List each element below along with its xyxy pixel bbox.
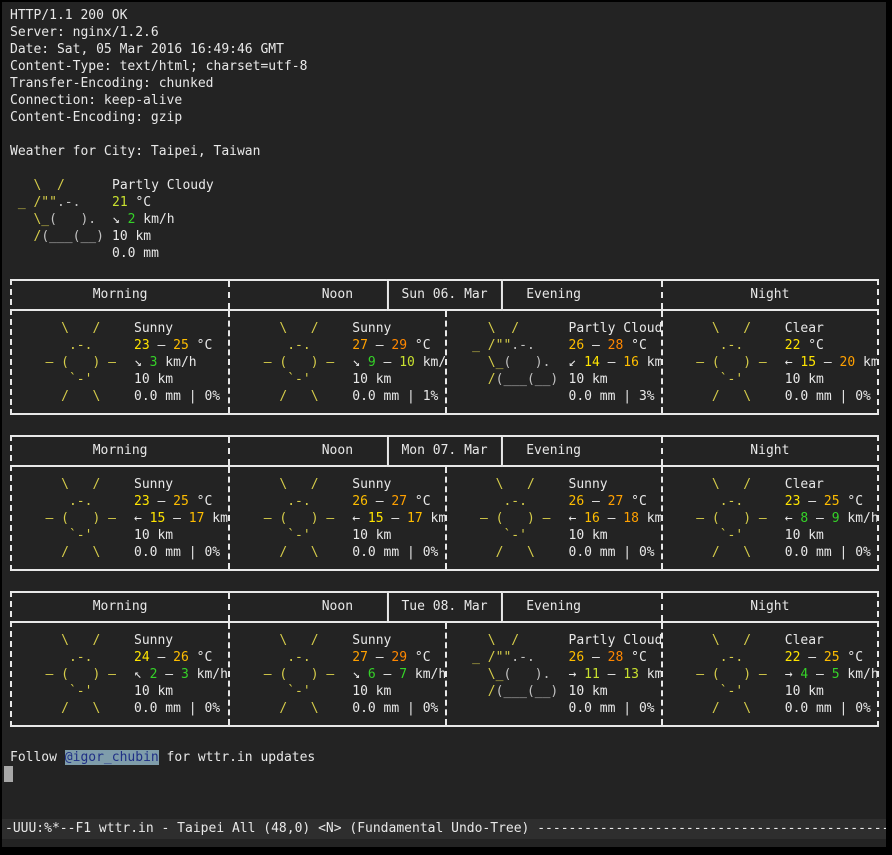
sunny-icon: \ / .-. ― ( ) ― `-' / \ bbox=[240, 320, 352, 405]
forecast-cell-noon: \ / .-. ― ( ) ― `-' / \Sunny 27 – 29 °C … bbox=[228, 311, 444, 413]
cell-info: Partly Cloudy 26 – 28 °C ↙ 14 – 16 km/h … bbox=[569, 320, 661, 405]
sunny-icon: \ / .-. ― ( ) ― `-' / \ bbox=[240, 632, 352, 717]
buffer-content: HTTP/1.1 200 OK Server: nginx/1.2.6 Date… bbox=[2, 2, 886, 783]
date-label: Sun 06. Mar bbox=[401, 287, 487, 302]
location-line: Weather for City: Taipei, Taiwan bbox=[10, 143, 886, 160]
period-header-morning: Morning bbox=[12, 437, 228, 465]
table-body-row: \ / .-. ― ( ) ― `-' / \Sunny 23 – 25 °C … bbox=[12, 467, 877, 569]
current-conditions-info: Partly Cloudy 21 °C ↘ 2 km/h 10 km 0.0 m… bbox=[112, 177, 214, 262]
date-box: Sun 06. Mar bbox=[386, 279, 502, 311]
cell-info: Partly Cloudy 26 – 28 °C → 11 – 13 km/h … bbox=[569, 632, 661, 717]
http-response-headers: HTTP/1.1 200 OK Server: nginx/1.2.6 Date… bbox=[10, 7, 886, 126]
footer-text-prefix: Follow bbox=[10, 750, 65, 765]
cell-info: Clear 22 °C ← 15 – 20 km/h 10 km 0.0 mm … bbox=[785, 320, 877, 405]
forecast-cell-night: \ / .-. ― ( ) ― `-' / \Clear 23 – 25 °C … bbox=[661, 467, 877, 569]
terminal-window: HTTP/1.1 200 OK Server: nginx/1.2.6 Date… bbox=[2, 2, 886, 847]
cell-info: Sunny 24 – 26 °C ↖ 2 – 3 km/h 10 km 0.0 … bbox=[134, 632, 228, 717]
cell-info: Sunny 26 – 27 °C ← 15 – 17 km/h 10 km 0.… bbox=[352, 476, 444, 561]
current-conditions: \ / _ /"".-. \_( ). /(___(__) Partly Clo… bbox=[10, 177, 886, 262]
cell-info: Clear 23 – 25 °C ← 8 – 9 km/h 10 km 0.0 … bbox=[785, 476, 877, 561]
forecast-day: Sun 06. Mar MorningNoonEveningNight \ / … bbox=[10, 279, 879, 415]
date-box: Tue 08. Mar bbox=[386, 591, 502, 623]
footer-text-suffix: for wttr.in updates bbox=[159, 750, 316, 765]
text-cursor bbox=[4, 766, 13, 782]
sunny-icon: \ / .-. ― ( ) ― `-' / \ bbox=[22, 320, 134, 405]
partly-cloudy-icon: \ / _ /"".-. \_( ). /(___(__) bbox=[457, 632, 569, 717]
period-header-night: Night bbox=[661, 437, 877, 465]
forecast-cell-morning: \ / .-. ― ( ) ― `-' / \Sunny 23 – 25 °C … bbox=[12, 311, 228, 413]
forecast-cell-morning: \ / .-. ― ( ) ― `-' / \Sunny 24 – 26 °C … bbox=[12, 623, 228, 725]
period-header-morning: Morning bbox=[12, 281, 228, 309]
sunny-icon: \ / .-. ― ( ) ― `-' / \ bbox=[22, 476, 134, 561]
period-header-morning: Morning bbox=[12, 593, 228, 621]
cursor-line bbox=[10, 766, 886, 783]
forecast-cell-night: \ / .-. ― ( ) ― `-' / \Clear 22 °C ← 15 … bbox=[661, 311, 877, 413]
forecast-cell-evening: \ / .-. ― ( ) ― `-' / \Sunny 26 – 27 °C … bbox=[445, 467, 661, 569]
sunny-icon: \ / .-. ― ( ) ― `-' / \ bbox=[22, 632, 134, 717]
cell-info: Sunny 27 – 29 °C ↘ 9 – 10 km/h 10 km 0.0… bbox=[352, 320, 444, 405]
partly-cloudy-icon: \ / _ /"".-. \_( ). /(___(__) bbox=[10, 177, 112, 262]
date-box: Mon 07. Mar bbox=[386, 435, 502, 467]
table-body-row: \ / .-. ― ( ) ― `-' / \Sunny 24 – 26 °C … bbox=[12, 623, 877, 725]
sunny-icon: \ / .-. ― ( ) ― `-' / \ bbox=[673, 320, 785, 405]
forecast-days: Sun 06. Mar MorningNoonEveningNight \ / … bbox=[10, 279, 886, 727]
forecast-cell-noon: \ / .-. ― ( ) ― `-' / \Sunny 27 – 29 °C … bbox=[228, 623, 444, 725]
twitter-handle-link[interactable]: @igor_chubin bbox=[65, 750, 159, 765]
cell-info: Sunny 26 – 27 °C ← 16 – 18 km/h 10 km 0.… bbox=[569, 476, 661, 561]
footer-line: Follow @igor_chubin for wttr.in updates bbox=[10, 749, 886, 766]
forecast-cell-evening: \ / _ /"".-. \_( ). /(___(__) Partly Clo… bbox=[445, 623, 661, 725]
table-body-row: \ / .-. ― ( ) ― `-' / \Sunny 23 – 25 °C … bbox=[12, 311, 877, 413]
sunny-icon: \ / .-. ― ( ) ― `-' / \ bbox=[457, 476, 569, 561]
cell-info: Sunny 27 – 29 °C ↘ 6 – 7 km/h 10 km 0.0 … bbox=[352, 632, 444, 717]
forecast-cell-night: \ / .-. ― ( ) ― `-' / \Clear 22 – 25 °C … bbox=[661, 623, 877, 725]
partly-cloudy-icon: \ / _ /"".-. \_( ). /(___(__) bbox=[457, 320, 569, 405]
date-label: Mon 07. Mar bbox=[401, 443, 487, 458]
period-header-night: Night bbox=[661, 281, 877, 309]
emacs-mode-line: -UUU:%*--F1 wttr.in - Taipei All (48,0) … bbox=[2, 819, 886, 839]
cell-info: Sunny 23 – 25 °C ↘ 3 km/h 10 km 0.0 mm |… bbox=[134, 320, 220, 405]
cell-info: Sunny 23 – 25 °C ← 15 – 17 km/h 10 km 0.… bbox=[134, 476, 228, 561]
sunny-icon: \ / .-. ― ( ) ― `-' / \ bbox=[240, 476, 352, 561]
forecast-day: Mon 07. Mar MorningNoonEveningNight \ / … bbox=[10, 435, 879, 571]
cell-info: Clear 22 – 25 °C → 4 – 5 km/h 10 km 0.0 … bbox=[785, 632, 877, 717]
forecast-cell-evening: \ / _ /"".-. \_( ). /(___(__) Partly Clo… bbox=[445, 311, 661, 413]
forecast-day: Tue 08. Mar MorningNoonEveningNight \ / … bbox=[10, 591, 879, 727]
forecast-cell-noon: \ / .-. ― ( ) ― `-' / \Sunny 26 – 27 °C … bbox=[228, 467, 444, 569]
forecast-cell-morning: \ / .-. ― ( ) ― `-' / \Sunny 23 – 25 °C … bbox=[12, 467, 228, 569]
date-label: Tue 08. Mar bbox=[401, 599, 487, 614]
period-header-night: Night bbox=[661, 593, 877, 621]
sunny-icon: \ / .-. ― ( ) ― `-' / \ bbox=[673, 476, 785, 561]
sunny-icon: \ / .-. ― ( ) ― `-' / \ bbox=[673, 632, 785, 717]
